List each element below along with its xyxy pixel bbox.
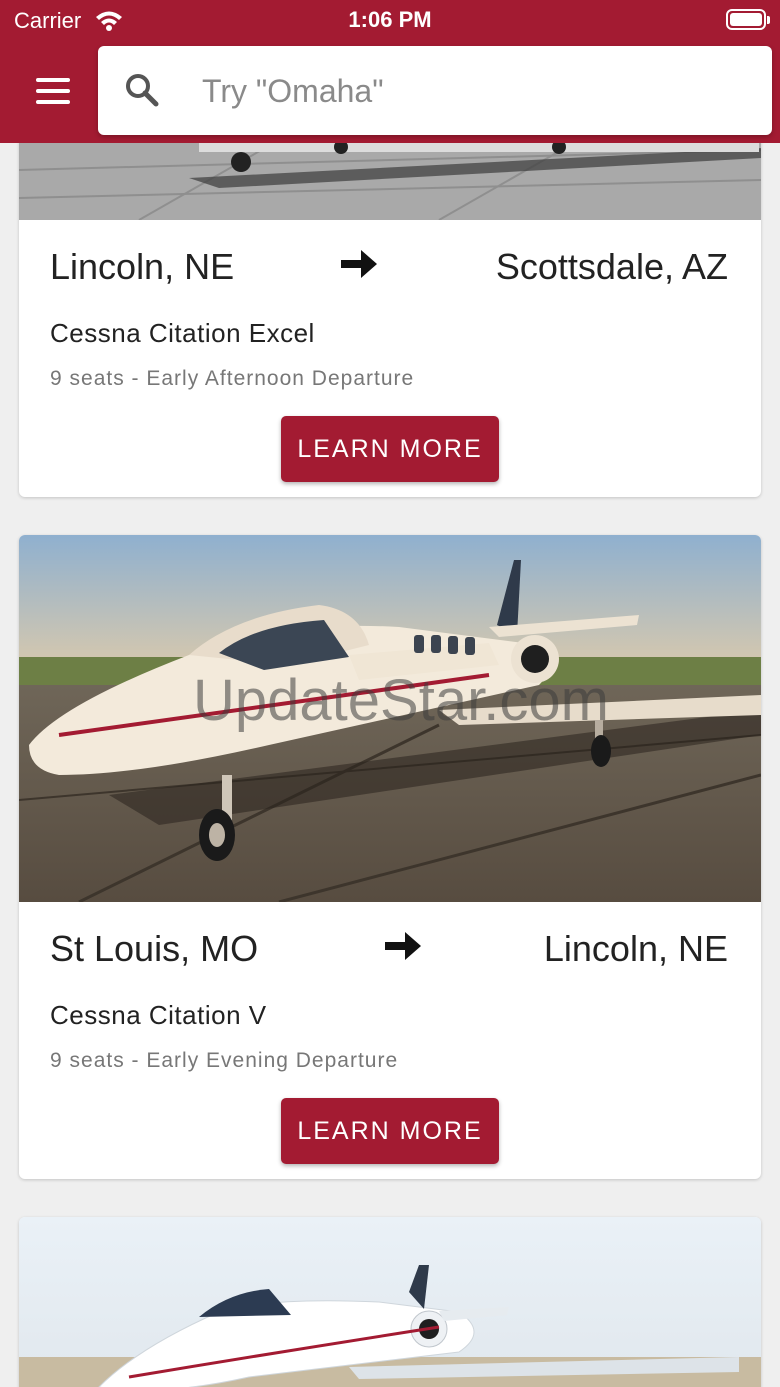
aircraft-photo [19,1217,761,1387]
flight-card[interactable]: UpdateStar.com St Louis, MO Lincoln, NE … [19,535,761,1179]
aircraft-name: Cessna Citation V [50,1000,267,1030]
arrow-right-icon [341,250,377,278]
learn-more-button[interactable]: LEARN MORE [281,416,499,482]
header: Carrier 1:06 PM [0,0,780,143]
route-destination: Lincoln, NE [543,928,728,969]
learn-more-button[interactable]: LEARN MORE [281,1098,499,1164]
flight-card[interactable] [19,1217,761,1387]
search-icon [126,74,159,107]
route-origin: St Louis, MO [50,928,259,969]
route-origin: Lincoln, NE [50,246,235,287]
battery-icon [726,9,770,30]
aircraft-name: Cessna Citation Excel [50,318,315,348]
route-destination: Scottsdale, AZ [495,246,728,287]
hamburger-icon[interactable] [30,74,76,108]
aircraft-photo: UpdateStar.com [19,535,761,902]
status-bar: Carrier 1:06 PM [0,0,780,40]
arrow-right-icon [385,932,421,960]
clock: 1:06 PM [348,7,432,32]
app: Lincoln, NE Scottsdale, AZ Cessna Citati… [0,0,780,1387]
search-bar[interactable] [98,46,772,135]
flight-details: 9 seats - Early Evening Departure [50,1049,399,1072]
search-input[interactable] [202,66,742,116]
flight-details: 9 seats - Early Afternoon Departure [50,367,415,390]
watermark: UpdateStar.com [193,668,609,733]
